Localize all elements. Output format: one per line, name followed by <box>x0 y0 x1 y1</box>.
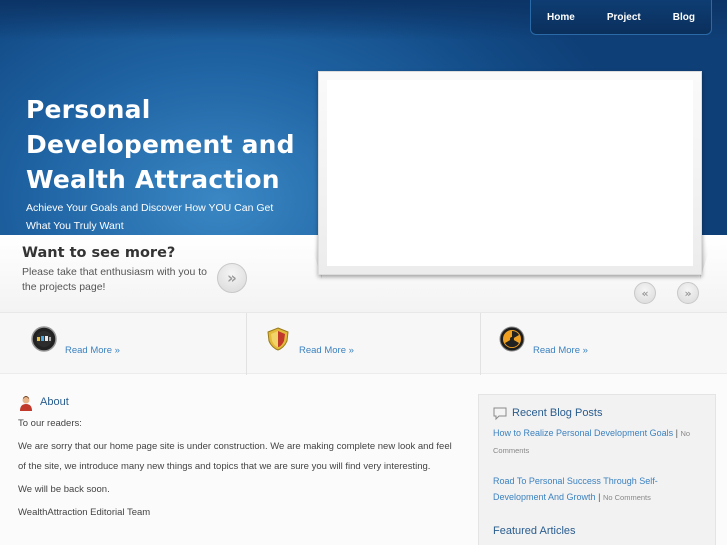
post-comments: No Comments <box>602 493 651 502</box>
slideshow-next-button[interactable]: » <box>677 282 699 304</box>
speedometer-icon <box>31 326 57 352</box>
speech-bubble-icon <box>493 407 507 420</box>
feature-card: Read More » <box>481 313 715 375</box>
post-separator: | <box>675 428 678 438</box>
recent-posts-title: Recent Blog Posts <box>512 407 603 419</box>
about-body: To our readers: We are sorry that our ho… <box>18 414 458 526</box>
post-link[interactable]: How to Realize Personal Development Goal… <box>493 428 673 438</box>
promo-text: Please take that enthusiasm with you to … <box>22 266 208 293</box>
nav-project[interactable]: Project <box>607 12 641 23</box>
about-paragraph: We are sorry that our home page site is … <box>18 441 452 472</box>
slideshow-viewport[interactable] <box>327 80 693 266</box>
radiation-icon <box>499 326 525 352</box>
projects-next-button[interactable]: » <box>217 263 247 293</box>
about-paragraph: WealthAttraction Editorial Team <box>18 507 151 518</box>
main-nav: Home Project Blog <box>530 0 712 35</box>
slideshow-prev-button[interactable]: « <box>634 282 656 304</box>
feature-read-more-link[interactable]: Read More » <box>299 345 354 356</box>
nav-blog[interactable]: Blog <box>673 12 695 23</box>
about-paragraph: To our readers: <box>18 418 82 429</box>
list-item: Road To Personal Success Through Self-De… <box>493 473 703 506</box>
post-separator: | <box>598 492 601 502</box>
nav-home[interactable]: Home <box>547 12 575 23</box>
list-item: How to Realize Personal Development Goal… <box>493 425 703 459</box>
feature-card: Read More » <box>247 313 481 375</box>
about-paragraph: We will be back soon. <box>18 484 110 495</box>
feature-read-more-link[interactable]: Read More » <box>533 345 588 356</box>
hero-headline: Personal Developement and Wealth Attract… <box>26 95 295 194</box>
user-icon <box>20 396 32 411</box>
shield-icon <box>267 327 289 351</box>
sidebar: Recent Blog Posts How to Realize Persona… <box>478 394 716 545</box>
feature-row: Read More » Read More » Read More » <box>0 312 727 375</box>
slideshow-frame <box>318 71 702 275</box>
about-title: About <box>40 396 69 408</box>
featured-articles-title: Featured Articles <box>493 525 576 537</box>
feature-card: Read More » <box>13 313 247 375</box>
hero-tagline: Achieve Your Goals and Discover How YOU … <box>26 202 274 232</box>
feature-read-more-link[interactable]: Read More » <box>65 345 120 356</box>
promo-title: Want to see more? <box>22 245 176 261</box>
